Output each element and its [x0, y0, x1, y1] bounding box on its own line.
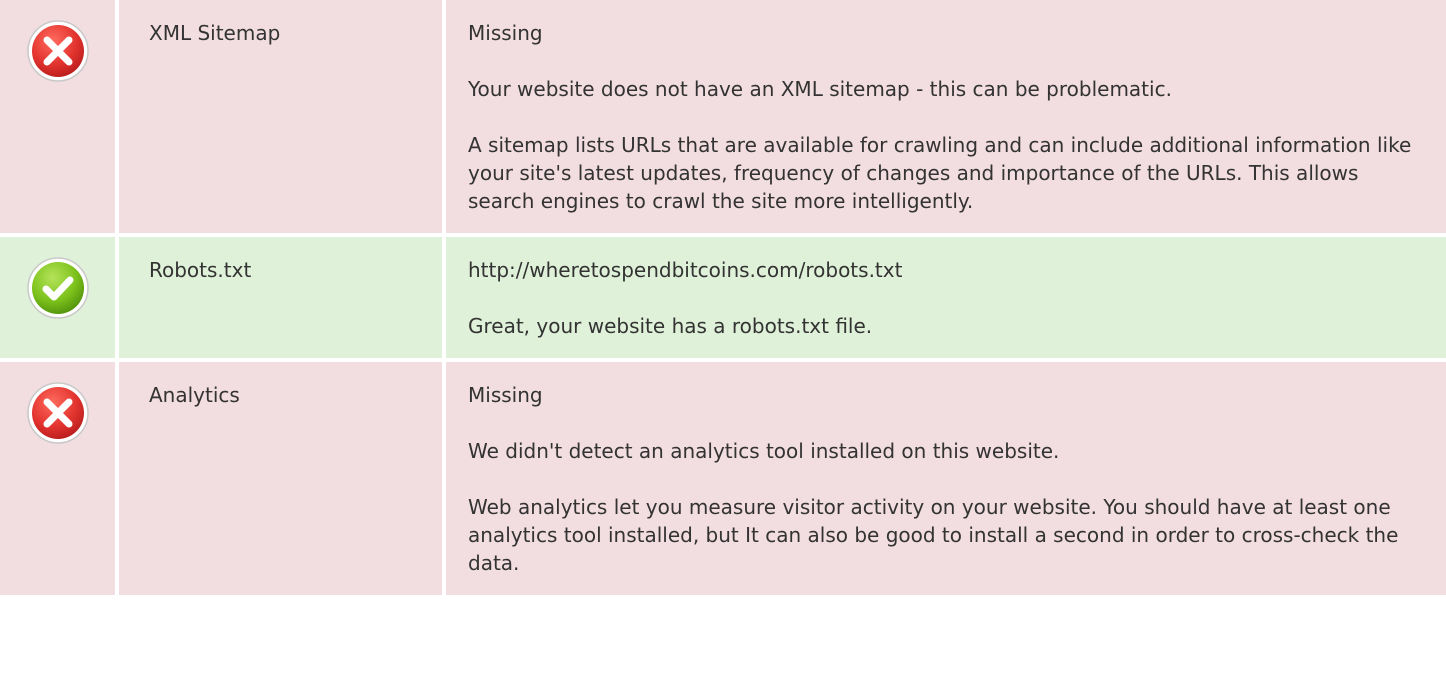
status-cell	[0, 362, 115, 595]
check-name: Robots.txt	[119, 237, 442, 358]
check-value: Missing	[468, 383, 543, 407]
check-details: Missing Your website does not have an XM…	[446, 0, 1446, 233]
seo-report-table: XML Sitemap Missing Your website does no…	[0, 0, 1446, 595]
check-description: Web analytics let you measure visitor ac…	[468, 495, 1399, 575]
check-value: Missing	[468, 21, 543, 45]
check-details: Missing We didn't detect an analytics to…	[446, 362, 1446, 595]
check-description: A sitemap lists URLs that are available …	[468, 133, 1412, 213]
check-message: Great, your website has a robots.txt fil…	[468, 314, 873, 338]
check-message: We didn't detect an analytics tool insta…	[468, 439, 1060, 463]
error-x-icon	[26, 382, 89, 444]
status-cell	[0, 0, 115, 233]
check-name: Analytics	[119, 362, 442, 595]
check-value: http://wheretospendbitcoins.com/robots.t…	[468, 258, 903, 282]
check-details: http://wheretospendbitcoins.com/robots.t…	[446, 237, 1446, 358]
error-x-icon	[26, 20, 89, 82]
check-message: Your website does not have an XML sitema…	[468, 77, 1172, 101]
status-cell	[0, 237, 115, 358]
check-icon	[26, 257, 89, 319]
check-name: XML Sitemap	[119, 0, 442, 233]
